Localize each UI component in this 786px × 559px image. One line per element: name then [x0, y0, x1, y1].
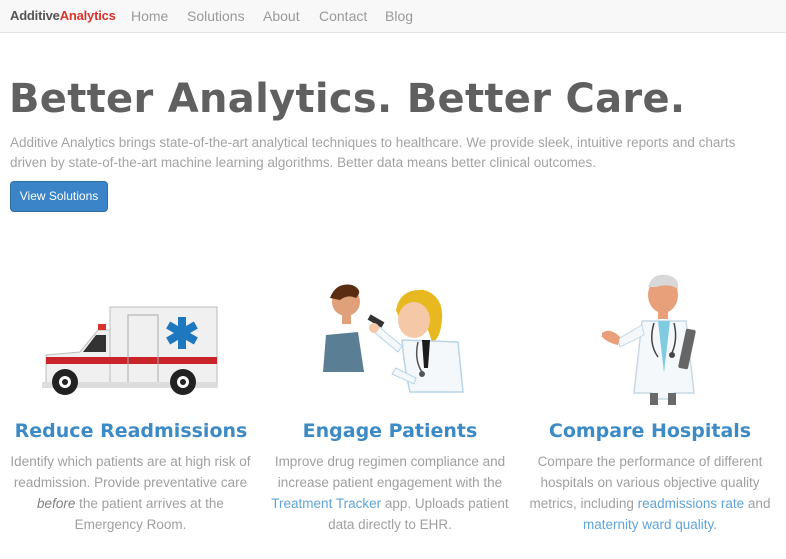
feature-title-compare: Compare Hospitals [548, 420, 752, 442]
feature-title-engage: Engage Patients [302, 420, 478, 442]
hero-title: Better Analytics. Better Care. [9, 76, 686, 122]
doctor-icon [600, 273, 710, 405]
ambulance-icon [40, 300, 220, 400]
feature-title-readmissions: Reduce Readmissions [14, 420, 248, 442]
feature-text-engage: Improve drug regimen compliance and incr… [268, 451, 512, 535]
feature-text-part: . [713, 517, 718, 532]
brand-part2: Analytics [59, 8, 116, 23]
nav-solutions[interactable]: Solutions [187, 8, 245, 24]
feature-text-part: the patient arrives at the Emergency Roo… [74, 496, 224, 532]
doctor-patient-icon [318, 280, 468, 400]
nav-contact[interactable]: Contact [319, 8, 367, 24]
nav-home[interactable]: Home [131, 8, 168, 24]
nav-blog[interactable]: Blog [385, 8, 413, 24]
hero-text: Additive Analytics brings state-of-the-a… [10, 135, 736, 170]
treatment-tracker-link[interactable]: Treatment Tracker [271, 496, 381, 511]
maternity-ward-quality-link[interactable]: maternity ward quality [583, 517, 713, 532]
readmissions-rate-link[interactable]: readmissions rate [638, 496, 745, 511]
nav-about[interactable]: About [263, 8, 300, 24]
feature-text-part: and [747, 496, 771, 511]
brand-logo[interactable]: AdditiveAnalytics [10, 8, 116, 23]
feature-text-emphasis: before [37, 496, 76, 511]
brand-part1: Additive [10, 8, 60, 23]
view-solutions-button[interactable]: View Solutions [10, 181, 108, 212]
feature-text-part: Improve drug regimen compliance and incr… [274, 454, 506, 490]
feature-text-compare: Compare the performance of different hos… [528, 451, 772, 535]
feature-text-part: Identify which patients are at high risk… [10, 454, 251, 490]
navbar: AdditiveAnalytics Home Solutions About C… [0, 0, 786, 33]
feature-text-readmissions: Identify which patients are at high risk… [8, 451, 253, 535]
